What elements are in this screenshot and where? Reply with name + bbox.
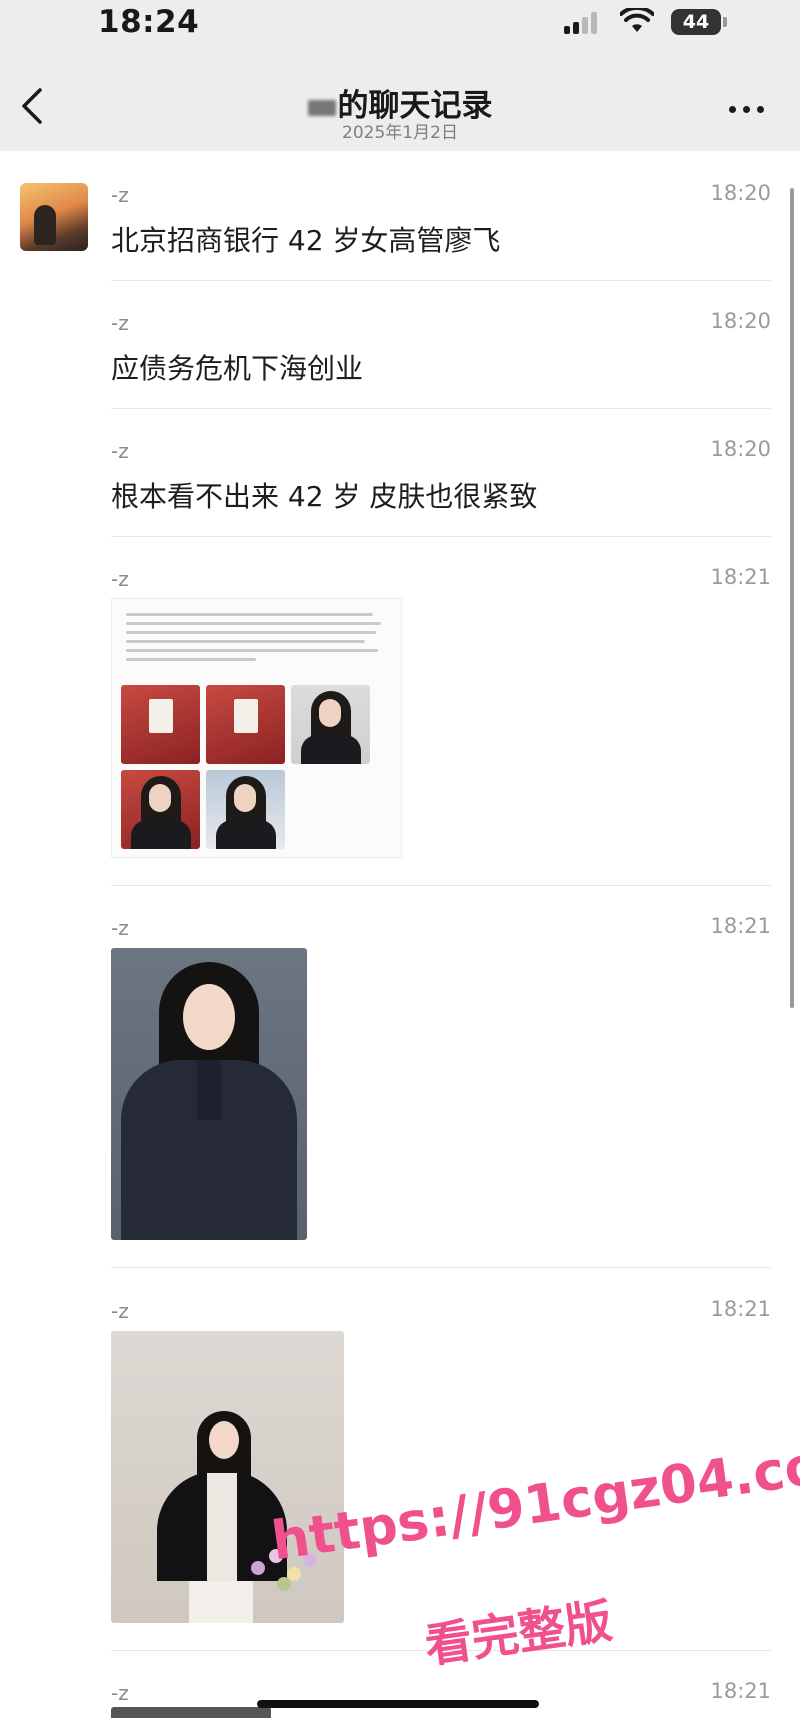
message-time: 18:20 — [710, 309, 771, 333]
message-text[interactable]: 根本看不出来 42 岁 皮肤也很紧致 — [111, 475, 537, 515]
avatar[interactable] — [20, 183, 88, 251]
message-text[interactable]: 应债务危机下海创业 — [111, 347, 363, 387]
image-message-photo[interactable] — [111, 1331, 344, 1623]
cellular-signal-icon — [564, 10, 606, 34]
message-time: 18:20 — [710, 181, 771, 205]
collage-thumbnail — [121, 685, 200, 764]
watermark-caption: 看完整版 — [421, 1593, 616, 1675]
collage-thumbnail — [121, 770, 200, 849]
message-time: 18:21 — [710, 914, 771, 938]
message-time: 18:21 — [710, 1679, 771, 1703]
message-sender: -z — [111, 1681, 129, 1705]
message-sender: -z — [111, 567, 129, 591]
status-time: 18:24 — [98, 4, 200, 40]
message-time: 18:21 — [710, 1297, 771, 1321]
home-indicator[interactable] — [257, 1700, 539, 1708]
battery-tip — [723, 17, 727, 27]
battery-icon: 44 — [671, 9, 721, 35]
redacted-name — [307, 99, 336, 116]
image-message-partial[interactable] — [111, 1707, 271, 1718]
scrollbar[interactable] — [790, 188, 794, 1008]
ellipsis-icon[interactable] — [729, 106, 765, 116]
divider — [111, 1267, 771, 1268]
nav-bar: 的聊天记录 2025年1月2日 — [0, 50, 800, 151]
divider — [111, 885, 771, 886]
collage-text-lines — [126, 607, 386, 667]
page-subtitle: 2025年1月2日 — [342, 123, 458, 143]
message-text[interactable]: 北京招商银行 42 岁女高管廖飞 — [111, 219, 500, 259]
divider — [111, 280, 771, 281]
message-sender: -z — [111, 916, 129, 940]
image-message-collage[interactable] — [111, 598, 402, 858]
watermark-url: https://91cgz04.com — [268, 1427, 800, 1573]
collage-thumbnail — [206, 770, 285, 849]
message-sender: -z — [111, 439, 129, 463]
message-sender: -z — [111, 1299, 129, 1323]
collage-thumbnail — [206, 685, 285, 764]
divider — [111, 536, 771, 537]
image-message-photo[interactable] — [111, 948, 307, 1240]
status-bar: 18:24 44 — [0, 0, 800, 50]
message-time: 18:21 — [710, 565, 771, 589]
message-sender: -z — [111, 311, 129, 335]
wifi-icon — [620, 8, 654, 32]
message-time: 18:20 — [710, 437, 771, 461]
battery-level: 44 — [682, 11, 710, 33]
divider — [111, 408, 771, 409]
message-sender: -z — [111, 183, 129, 207]
collage-thumbnail — [291, 685, 370, 764]
